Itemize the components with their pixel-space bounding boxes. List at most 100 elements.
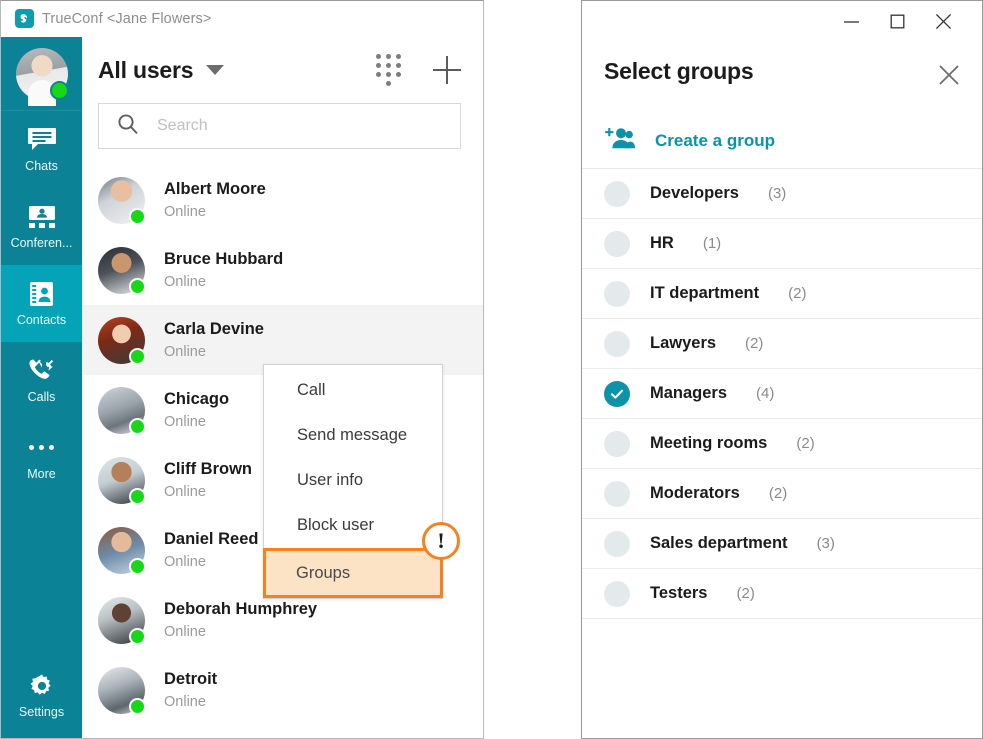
contact-name: Daniel Reed: [164, 530, 259, 548]
context-menu-item-label: Block user: [297, 516, 375, 534]
contact-name: Detroit: [164, 670, 218, 688]
create-group-label: Create a group: [655, 130, 775, 150]
sidebar-item-contacts[interactable]: Contacts: [1, 265, 82, 342]
contact-status: Online: [164, 414, 206, 430]
plus-icon[interactable]: [433, 56, 461, 84]
dialog-close-icon[interactable]: [938, 64, 960, 91]
exclamation-badge-icon: !: [422, 522, 460, 560]
group-row[interactable]: Sales department (3): [582, 519, 982, 569]
group-row[interactable]: Lawyers (2): [582, 319, 982, 369]
dialpad-icon[interactable]: [376, 54, 401, 86]
context-menu-item-call[interactable]: Call: [264, 368, 442, 413]
contact-name: Albert Moore: [164, 180, 266, 198]
group-checkbox-checked[interactable]: [604, 380, 630, 407]
group-count: (2): [768, 485, 788, 502]
group-checkbox[interactable]: [604, 180, 630, 207]
group-name: Meeting rooms: [650, 434, 768, 452]
group-checkbox[interactable]: [604, 430, 630, 457]
contact-info: Detroit Online: [164, 670, 217, 710]
group-row[interactable]: Meeting rooms (2): [582, 419, 982, 469]
avatar: [98, 596, 146, 645]
presence-indicator-online: [129, 277, 146, 295]
maximize-icon[interactable]: [874, 5, 920, 39]
call-arrows-icon: [27, 357, 57, 384]
contact-info: Chicago Online: [164, 390, 229, 430]
presence-indicator-online: [49, 80, 69, 100]
presence-indicator-online: [129, 557, 146, 575]
contact-status: Online: [164, 344, 206, 360]
sidebar-item-label: Settings: [18, 705, 65, 720]
sidebar-item-label: Conferen...: [10, 236, 73, 251]
context-menu-item-label: Call: [297, 381, 326, 399]
search-box[interactable]: [98, 103, 461, 149]
window-title-user: <Jane Flowers>: [106, 10, 212, 27]
sidebar-item-chats[interactable]: Chats: [1, 111, 82, 188]
contact-info: Carla Devine Online: [164, 320, 264, 360]
search-input[interactable]: [157, 117, 460, 135]
screen-root: TrueConf <Jane Flowers> Chats Conferen..…: [0, 0, 983, 739]
presence-indicator-online: [129, 417, 146, 435]
group-row[interactable]: Moderators (2): [582, 469, 982, 519]
chevron-down-icon[interactable]: [206, 65, 225, 75]
minimize-icon[interactable]: [828, 5, 874, 39]
list-item[interactable]: Albert Moore Online: [82, 165, 483, 235]
avatar: [98, 386, 146, 435]
contact-info: Cliff Brown Online: [164, 460, 252, 500]
group-count: (3): [767, 185, 787, 202]
group-row[interactable]: Developers (3): [582, 169, 982, 219]
contact-info: Albert Moore Online: [164, 180, 266, 220]
context-menu-item-groups[interactable]: Groups: [263, 548, 443, 598]
group-checkbox[interactable]: [604, 580, 630, 607]
sidebar-item-conferences[interactable]: Conferen...: [1, 188, 82, 265]
group-count: (2): [788, 285, 807, 302]
group-checkbox[interactable]: [604, 480, 630, 507]
context-menu-item-label: User info: [297, 471, 364, 489]
context-menu-item-block-user[interactable]: Block user: [264, 503, 442, 548]
presence-indicator-online: [129, 207, 146, 225]
search-icon: [117, 113, 139, 140]
group-count: (4): [756, 385, 775, 402]
group-checkbox[interactable]: [604, 280, 630, 307]
sidebar-item-more[interactable]: More: [1, 419, 82, 496]
contact-status: Online: [164, 624, 206, 640]
sidebar-item-settings[interactable]: Settings: [1, 657, 82, 734]
list-item[interactable]: Bruce Hubbard Online: [82, 235, 483, 305]
group-name: Sales department: [650, 534, 788, 552]
sidebar-item-label: More: [27, 467, 56, 482]
sidebar-item-label: Contacts: [16, 313, 67, 328]
list-item[interactable]: Detroit Online: [82, 655, 483, 725]
create-group-button[interactable]: Create a group: [582, 113, 982, 169]
avatar: [98, 666, 146, 715]
avatar: [98, 316, 146, 365]
contacts-header: All users: [82, 37, 483, 103]
group-name: Managers: [650, 384, 728, 402]
group-row[interactable]: HR (1): [582, 219, 982, 269]
contact-status: Online: [164, 204, 206, 220]
trueconf-main-window: TrueConf <Jane Flowers> Chats Conferen..…: [0, 0, 484, 739]
window-title-brand: TrueConf: [42, 10, 103, 27]
group-checkbox[interactable]: [604, 330, 630, 357]
profile-avatar-button[interactable]: [1, 37, 82, 111]
dialog-titlebar: [582, 1, 982, 42]
group-row[interactable]: IT department (2): [582, 269, 982, 319]
context-menu-item-send-message[interactable]: Send message: [264, 413, 442, 458]
group-checkbox[interactable]: [604, 530, 630, 557]
group-row[interactable]: Managers (4): [582, 369, 982, 419]
context-menu-item-user-info[interactable]: User info: [264, 458, 442, 503]
group-row[interactable]: Testers (2): [582, 569, 982, 619]
chat-bubble-icon: [27, 126, 57, 153]
contacts-pane: All users Search Albert Moore Online Bru…: [82, 37, 483, 738]
group-count: (3): [816, 535, 835, 552]
page-title: All users: [98, 56, 194, 83]
group-checkbox[interactable]: [604, 230, 630, 257]
window-titlebar: TrueConf <Jane Flowers>: [1, 1, 483, 37]
presence-indicator-online: [129, 347, 146, 365]
contact-name: Cliff Brown: [164, 460, 252, 478]
context-menu-item-label: Send message: [297, 426, 408, 444]
search-container: [82, 103, 483, 149]
close-icon[interactable]: [920, 5, 966, 39]
sidebar-item-label: Calls: [27, 390, 56, 405]
contact-name: Carla Devine: [164, 320, 264, 338]
group-count: (2): [745, 335, 764, 352]
sidebar-item-calls[interactable]: Calls: [1, 342, 82, 419]
